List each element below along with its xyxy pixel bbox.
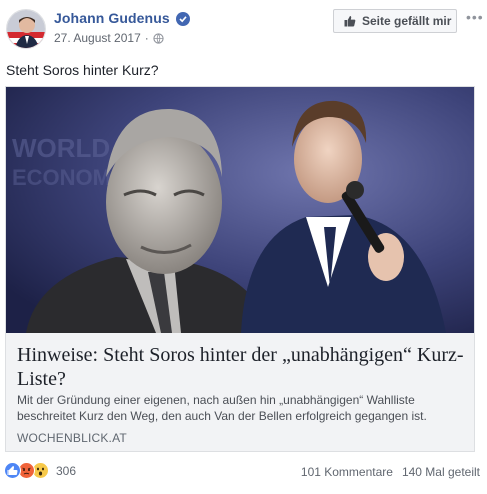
reaction-count[interactable]: 306 (56, 464, 76, 478)
globe-icon[interactable] (153, 32, 164, 44)
thumbs-up-icon (344, 16, 356, 27)
facebook-post: Johann Gudenus 27. August 2017 · Seite g… (0, 0, 487, 494)
comments-count[interactable]: 101 Kommentare (301, 465, 393, 479)
link-preview-image[interactable]: WORLD ECONOMIC (6, 87, 474, 333)
like-page-button[interactable]: Seite gefällt mir (333, 9, 457, 33)
verified-badge-icon (176, 12, 190, 26)
link-description: Mit der Gründung einer eigenen, nach auß… (17, 393, 427, 423)
link-domain: WOCHENBLICK.AT (17, 431, 127, 445)
post-date[interactable]: 27. August 2017 (54, 31, 141, 45)
post-text: Steht Soros hinter Kurz? (6, 62, 159, 78)
like-reaction-icon (4, 462, 21, 479)
link-preview-card[interactable]: WORLD ECONOMIC Hinweise: Steht Soros hin… (5, 86, 475, 452)
svg-text:WORLD: WORLD (12, 133, 110, 163)
link-preview-body[interactable]: Hinweise: Steht Soros hinter der „unabhä… (6, 333, 474, 451)
author-avatar[interactable] (6, 9, 46, 49)
reactions-summary[interactable]: 306 (4, 462, 76, 479)
post-meta: 27. August 2017 · (54, 31, 164, 45)
link-title[interactable]: Hinweise: Steht Soros hinter der „unabhä… (17, 343, 465, 391)
like-page-label: Seite gefällt mir (362, 14, 452, 28)
more-options-icon[interactable]: ••• (466, 10, 483, 28)
engagement-stats: 101 Kommentare 140 Mal geteilt (301, 465, 480, 479)
meta-separator: · (144, 31, 149, 45)
author-name[interactable]: Johann Gudenus (54, 10, 170, 26)
shares-count[interactable]: 140 Mal geteilt (402, 465, 480, 479)
